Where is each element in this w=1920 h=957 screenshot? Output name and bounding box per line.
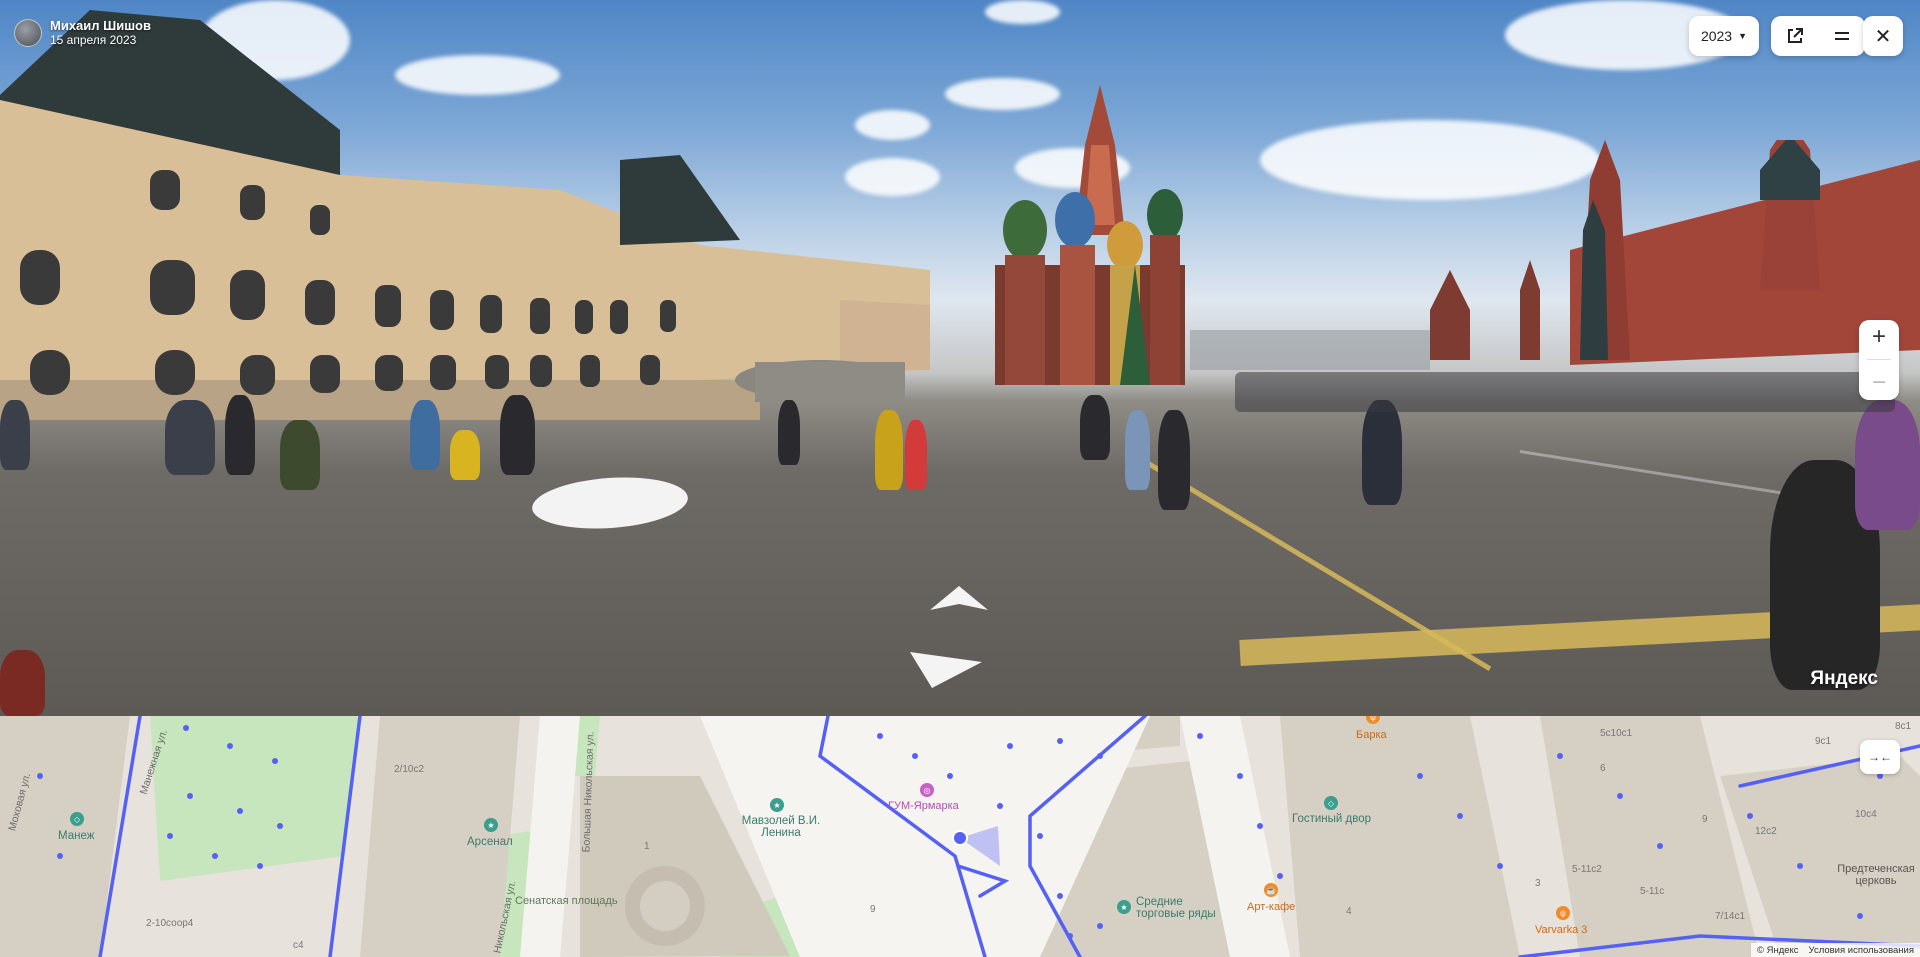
zoom-out-button[interactable]: −: [1872, 370, 1886, 395]
year-value: 2023: [1700, 28, 1733, 44]
move-side-arrow[interactable]: [910, 642, 982, 688]
house-number: 2/10с2: [394, 764, 425, 775]
street-panorama[interactable]: Михаил Шишов 15 апреля 2023 2023 ▼ ✕ + −…: [0, 0, 1920, 716]
house-number: 9: [1702, 814, 1708, 825]
shopping-icon[interactable]: ◎: [920, 783, 934, 797]
house-number: 8с1: [1895, 721, 1912, 732]
pedestrian: [1855, 400, 1920, 530]
pedestrian: [875, 410, 903, 490]
pedestrian: [1158, 410, 1190, 510]
poi-manezh[interactable]: Манеж: [58, 830, 94, 842]
pedestrian: [905, 420, 927, 490]
poi-arsenal[interactable]: Арсенал: [467, 836, 513, 848]
close-button[interactable]: ✕: [1863, 16, 1903, 56]
avatar[interactable]: [14, 18, 42, 47]
pedestrian: [1080, 395, 1110, 460]
st-basils-cathedral: [995, 85, 1185, 385]
house-number: с4: [293, 940, 304, 951]
pedestrian: [280, 420, 320, 490]
house-number: 5-11с: [1640, 886, 1665, 897]
share-icon[interactable]: [1786, 27, 1804, 45]
house-number: 5с10с1: [1600, 728, 1633, 739]
gum-building: [0, 10, 930, 420]
house-number: 12с2: [1755, 826, 1777, 837]
photo-date: 15 апреля 2023: [50, 33, 137, 47]
distant-buildings: [1190, 330, 1430, 370]
landmark-icon[interactable]: ★: [1117, 900, 1131, 914]
kremlin-wall: [1430, 140, 1920, 365]
house-number: 2-10соор4: [146, 918, 194, 929]
poi-varvarka[interactable]: Varvarka 3: [1535, 924, 1587, 936]
house-number: 9: [870, 904, 876, 915]
crowd: [1235, 372, 1895, 412]
pedestrian: [165, 400, 215, 475]
pedestrian: [500, 395, 535, 475]
pedestrian: [0, 650, 45, 716]
house-number: 9с1: [1815, 736, 1832, 747]
house-number: 1: [644, 841, 650, 852]
zoom-in-button[interactable]: +: [1872, 325, 1886, 349]
poi-art-cafe[interactable]: Арт-кафе: [1247, 901, 1295, 913]
cafe-icon[interactable]: ☕: [1264, 883, 1278, 897]
pedestrian: [0, 400, 30, 470]
pedestrian: [1362, 400, 1402, 505]
divider: [1867, 359, 1891, 361]
house-number: 7/14с1: [1715, 911, 1746, 922]
cloud: [985, 0, 1060, 24]
author-name[interactable]: Михаил Шишов: [50, 18, 151, 33]
poi-predtechenskaya[interactable]: Предтеченская церковь: [1836, 863, 1916, 887]
copyright: © Яндекс: [1756, 944, 1799, 956]
pedestrian: [778, 400, 800, 465]
pedestrian: [450, 430, 480, 480]
pedestrian: [225, 395, 255, 475]
move-target-marker[interactable]: [530, 472, 690, 534]
poi-senate-square[interactable]: Сенатская площадь: [515, 895, 618, 907]
poi-barka[interactable]: Барка: [1356, 729, 1387, 741]
terms-link[interactable]: Условия использования: [1809, 945, 1914, 956]
house-number: 10с4: [1855, 809, 1877, 820]
restaurant-icon[interactable]: ψ: [1556, 906, 1570, 920]
house-number: 5-11с2: [1572, 864, 1602, 875]
collapse-map-button[interactable]: →←: [1860, 740, 1900, 774]
map-canvas: [0, 716, 1920, 957]
yandex-logo: Яндекс: [1810, 668, 1878, 689]
landmark-icon[interactable]: ◇: [1324, 796, 1338, 810]
pedestrian: [410, 400, 440, 470]
year-select[interactable]: 2023 ▼: [1689, 16, 1759, 56]
caret-down-icon: ▼: [1738, 31, 1748, 41]
menu-icon[interactable]: [1833, 27, 1851, 45]
house-number: 4: [1346, 906, 1352, 917]
close-icon: ✕: [1874, 25, 1892, 48]
poi-gum-fair[interactable]: ГУМ-Ярмарка: [888, 800, 959, 812]
landmark-icon[interactable]: ★: [484, 818, 498, 832]
mini-map[interactable]: Моховая ул. Манежная ул. Большая Никольс…: [0, 716, 1920, 957]
map-footer: © Яндекс Условия использования: [1750, 943, 1920, 957]
house-number: 3: [1535, 878, 1541, 889]
poi-gostiny-dvor[interactable]: Гостиный двор: [1292, 813, 1371, 825]
panorama-tools: [1771, 16, 1865, 56]
move-forward-arrow[interactable]: [930, 586, 988, 612]
poi-srednie-ryady[interactable]: Средние торговые ряды: [1136, 896, 1226, 920]
poi-mausoleum[interactable]: Мавзолей В.И. Ленина: [741, 815, 821, 839]
zoom-controls: + −: [1859, 320, 1899, 400]
collapse-icon: →←: [1868, 750, 1892, 764]
pedestrian: [1125, 410, 1150, 490]
landmark-icon[interactable]: ★: [770, 798, 784, 812]
museum-icon[interactable]: ◇: [70, 812, 84, 826]
photo-author[interactable]: Михаил Шишов 15 апреля 2023: [14, 18, 151, 47]
house-number: 6: [1600, 763, 1606, 774]
